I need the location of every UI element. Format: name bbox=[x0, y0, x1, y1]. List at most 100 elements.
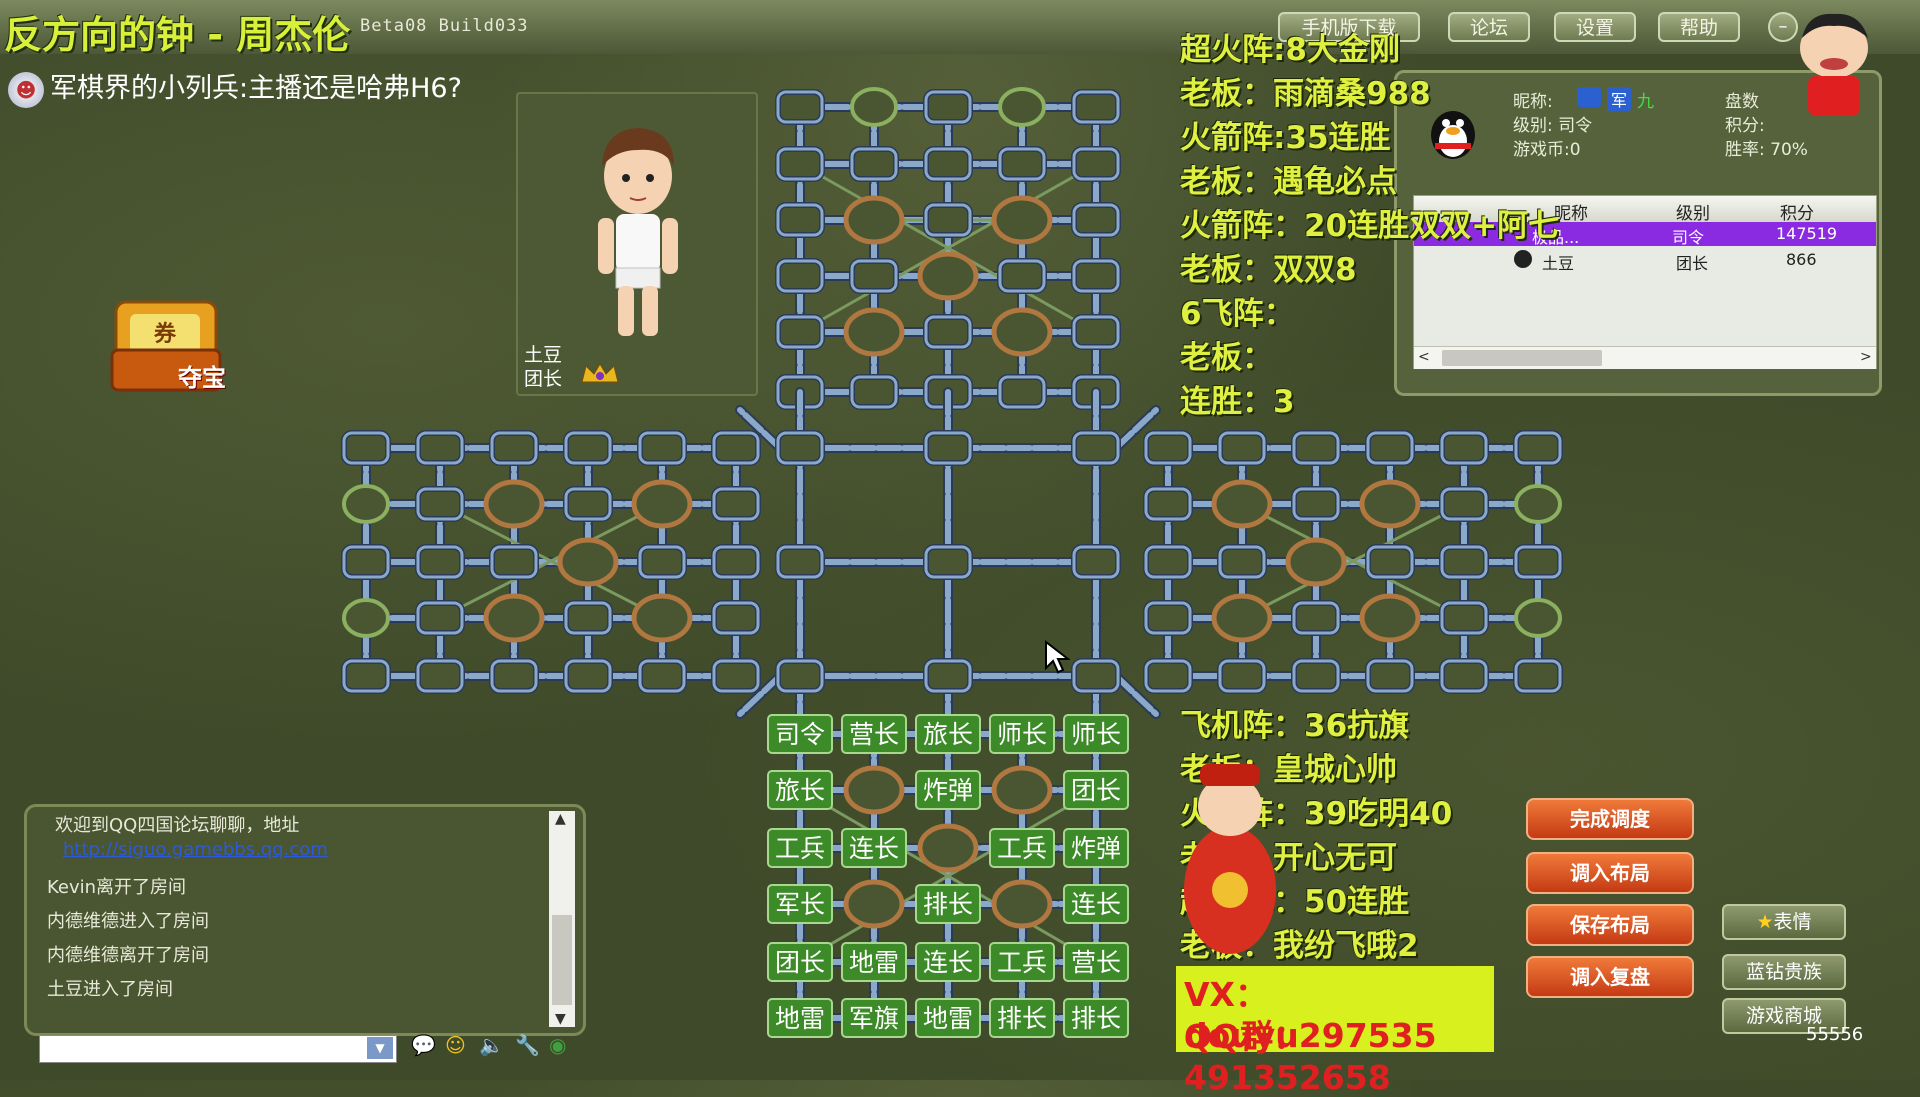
col-score[interactable]: 积分 bbox=[1780, 199, 1814, 224]
board-post bbox=[711, 544, 761, 580]
board-post bbox=[923, 314, 973, 350]
board-post bbox=[1071, 146, 1121, 182]
board-camp bbox=[631, 593, 693, 643]
piece-label: 连长 bbox=[849, 834, 899, 863]
mouse-cursor-icon bbox=[1045, 640, 1070, 674]
emoji-button-label: 表情 bbox=[1773, 911, 1812, 933]
globe-icon[interactable]: ◉ bbox=[549, 1033, 566, 1057]
overlay-line: 老板：双双8 bbox=[1180, 252, 1357, 288]
chat-input[interactable] bbox=[39, 1035, 397, 1063]
chat-scrollbar[interactable]: ▲ ▼ bbox=[549, 811, 575, 1027]
scroll-up-icon[interactable]: ▲ bbox=[555, 811, 566, 827]
board-camp bbox=[843, 879, 905, 929]
row-rank: 团长 bbox=[1676, 254, 1709, 273]
treasure-label: 夺宝 bbox=[178, 364, 226, 392]
chat-link-text[interactable]: http://siguo.gamebbs.qq.com bbox=[63, 839, 328, 860]
scroll-thumb[interactable] bbox=[552, 915, 572, 1005]
piece-label: 地雷 bbox=[849, 948, 899, 977]
piece-label: 旅长 bbox=[923, 720, 973, 749]
winrate-label: 胜率: 70% bbox=[1725, 140, 1808, 160]
board-post bbox=[1439, 486, 1489, 522]
board-post bbox=[1439, 600, 1489, 636]
board-post bbox=[1291, 486, 1341, 522]
load-layout-button[interactable]: 调入布局 bbox=[1526, 852, 1694, 894]
star-icon: ★ bbox=[1756, 911, 1774, 933]
board-post bbox=[923, 202, 973, 238]
board-circle bbox=[1514, 598, 1562, 638]
coupon-label: 券 bbox=[154, 322, 177, 347]
player-name: 土豆 bbox=[524, 344, 563, 366]
board-circle bbox=[850, 87, 898, 127]
board-post bbox=[711, 600, 761, 636]
board-post bbox=[415, 486, 465, 522]
board-post bbox=[415, 658, 465, 694]
board-camp bbox=[991, 765, 1053, 815]
board-post bbox=[997, 258, 1047, 294]
piece-label: 司令 bbox=[775, 720, 825, 749]
board-post bbox=[849, 146, 899, 182]
chat-forum-link[interactable]: http://siguo.gamebbs.qq.com bbox=[63, 839, 328, 860]
player-avatar-card[interactable]: 土豆 团长 bbox=[516, 92, 758, 396]
blue-diamond-button[interactable]: 蓝钻贵族 bbox=[1722, 954, 1846, 990]
board-post bbox=[849, 258, 899, 294]
board-camp bbox=[483, 593, 545, 643]
row-score: 866 bbox=[1786, 250, 1817, 269]
board-post bbox=[711, 658, 761, 694]
treasure-chest-button[interactable]: 券 夺宝 bbox=[108, 292, 250, 396]
overlay-line: 老板： bbox=[1180, 340, 1273, 376]
board-post bbox=[1513, 544, 1563, 580]
board-post bbox=[563, 658, 613, 694]
overlay-line: 6飞阵： bbox=[1180, 296, 1295, 332]
load-replay-button[interactable]: 调入复盘 bbox=[1526, 956, 1694, 998]
army-badge: 军 bbox=[1607, 87, 1632, 111]
chat-line: 内德维德离开了房间 bbox=[47, 945, 209, 966]
board-post bbox=[775, 658, 825, 694]
piece-label: 师长 bbox=[1071, 720, 1121, 749]
board-post bbox=[341, 430, 391, 466]
board-post bbox=[563, 430, 613, 466]
board-post bbox=[997, 146, 1047, 182]
smiley-icon[interactable]: ☺ bbox=[445, 1033, 466, 1057]
save-layout-button[interactable]: 保存布局 bbox=[1526, 904, 1694, 946]
board-post bbox=[489, 544, 539, 580]
scroll-right-icon[interactable]: > bbox=[1860, 349, 1872, 365]
board-camp bbox=[843, 307, 905, 357]
speech-bubble-icon[interactable]: 💬 bbox=[411, 1033, 436, 1057]
board-camp bbox=[1211, 479, 1273, 529]
board-post bbox=[1217, 544, 1267, 580]
board-camp bbox=[1359, 593, 1421, 643]
piece-label: 地雷 bbox=[923, 1004, 973, 1033]
piece-label: 炸弹 bbox=[923, 776, 973, 805]
board-circle bbox=[1514, 484, 1562, 524]
wrench-icon[interactable]: 🔧 bbox=[515, 1033, 540, 1057]
board-camp bbox=[991, 307, 1053, 357]
diamond-icon bbox=[1577, 87, 1601, 107]
scroll-down-icon[interactable]: ▼ bbox=[555, 1011, 566, 1027]
dropdown-chevron-icon[interactable]: ▼ bbox=[367, 1037, 393, 1059]
board-camp bbox=[1285, 537, 1347, 587]
board-post bbox=[637, 658, 687, 694]
board-post bbox=[563, 486, 613, 522]
finish-deploy-button[interactable]: 完成调度 bbox=[1526, 798, 1694, 840]
board-circle bbox=[342, 484, 390, 524]
row-score: 147519 bbox=[1776, 224, 1838, 243]
col-rank[interactable]: 级别 bbox=[1676, 199, 1710, 224]
overlay-line: 连胜：3 bbox=[1180, 384, 1295, 420]
board-camp bbox=[631, 479, 693, 529]
board-post bbox=[711, 486, 761, 522]
board-post bbox=[775, 146, 825, 182]
piece-label: 排长 bbox=[997, 1004, 1047, 1033]
board-camp bbox=[917, 251, 979, 301]
emoji-button[interactable]: ★表情 bbox=[1722, 904, 1846, 940]
board-post bbox=[1143, 658, 1193, 694]
board-camp bbox=[917, 823, 979, 873]
overlay-line: 火箭阵:35连胜 bbox=[1180, 120, 1391, 156]
piece-label: 地雷 bbox=[775, 1004, 825, 1033]
board-post bbox=[849, 374, 899, 410]
board-circle bbox=[342, 598, 390, 638]
overlay-line: 火箭阵：20连胜双双+阿七 bbox=[1180, 208, 1560, 244]
board-post bbox=[711, 430, 761, 466]
speaker-icon[interactable]: 🔈 bbox=[479, 1033, 504, 1057]
board-post bbox=[1143, 430, 1193, 466]
board-post bbox=[1071, 430, 1121, 466]
